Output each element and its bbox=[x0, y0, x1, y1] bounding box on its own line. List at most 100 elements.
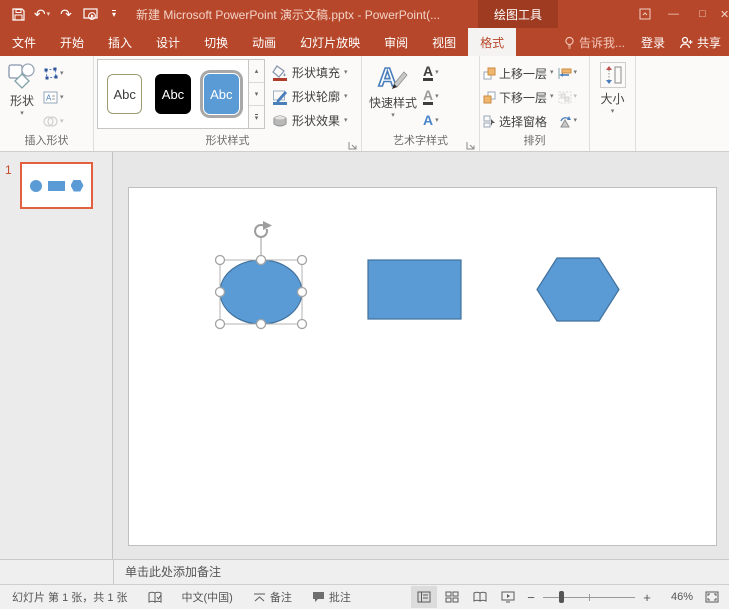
shape-style-option-3-selected[interactable]: Abc bbox=[204, 74, 239, 114]
send-backward-icon bbox=[483, 91, 496, 104]
handle-bottom-right[interactable] bbox=[298, 320, 307, 329]
gallery-more-icon: ▾ bbox=[255, 114, 259, 121]
shape-style-option-1[interactable]: Abc bbox=[107, 74, 142, 114]
undo-caret-icon[interactable]: ▾ bbox=[47, 10, 51, 18]
handle-top-center[interactable] bbox=[257, 256, 266, 265]
sign-in-button[interactable]: 登录 bbox=[633, 34, 673, 51]
reading-view-icon bbox=[473, 591, 487, 603]
bring-forward-button[interactable]: 上移一层 ▾ bbox=[483, 61, 554, 85]
group-objects-button[interactable]: ▾ bbox=[558, 85, 578, 109]
handle-top-left[interactable] bbox=[216, 256, 225, 265]
redo-button[interactable]: ↷ bbox=[56, 3, 76, 25]
zoom-slider[interactable] bbox=[543, 590, 635, 604]
handle-mid-right[interactable] bbox=[298, 288, 307, 297]
share-label: 共享 bbox=[697, 34, 721, 51]
tell-me-button[interactable]: 告诉我... bbox=[556, 34, 633, 51]
tab-insert[interactable]: 插入 bbox=[96, 28, 144, 56]
reading-view-button[interactable] bbox=[467, 586, 493, 608]
tab-slideshow[interactable]: 幻灯片放映 bbox=[288, 28, 372, 56]
zoom-out-button[interactable]: − bbox=[523, 590, 539, 605]
handle-mid-left[interactable] bbox=[216, 288, 225, 297]
start-slideshow-button[interactable] bbox=[80, 3, 100, 25]
tab-home[interactable]: 开始 bbox=[48, 28, 96, 56]
minimize-button[interactable]: — bbox=[659, 0, 688, 28]
ribbon-format: 形状 ▾ ▾ A ▾ ▾ bbox=[0, 56, 729, 152]
ribbon-display-options-button[interactable] bbox=[630, 0, 659, 28]
gallery-scroll-up-icon[interactable]: ▴ bbox=[249, 60, 264, 83]
slide-sorter-view-button[interactable] bbox=[439, 586, 465, 608]
shape-effects-button[interactable]: 形状效果 ▾ bbox=[271, 109, 348, 132]
comments-toggle-button[interactable]: 批注 bbox=[306, 585, 357, 609]
gallery-scroll-controls: ▴ ▾ ▾ bbox=[249, 59, 265, 129]
zoom-in-button[interactable]: + bbox=[639, 590, 655, 605]
edit-shape-button[interactable]: ▾ bbox=[41, 63, 66, 84]
tab-transitions[interactable]: 切换 bbox=[192, 28, 240, 56]
tab-view[interactable]: 视图 bbox=[420, 28, 468, 56]
contextual-tab-group-drawing-tools[interactable]: 绘图工具 bbox=[478, 0, 558, 28]
group-objects-icon bbox=[558, 91, 572, 104]
normal-view-button[interactable] bbox=[411, 586, 437, 608]
shape-style-option-2[interactable]: Abc bbox=[155, 74, 190, 114]
shape-styles-dialog-launcher[interactable] bbox=[348, 138, 358, 148]
notes-placeholder[interactable]: 单击此处添加备注 bbox=[125, 560, 221, 584]
ribbon-display-options-icon bbox=[639, 8, 651, 20]
zoom-level[interactable]: 46% bbox=[661, 591, 693, 603]
tell-me-label: 告诉我... bbox=[579, 34, 625, 51]
selection-pane-label: 选择窗格 bbox=[499, 113, 547, 130]
zoom-slider-thumb[interactable] bbox=[559, 591, 564, 603]
text-effects-button[interactable]: A ▾ bbox=[421, 109, 441, 132]
proofing-button[interactable] bbox=[142, 585, 168, 609]
tab-file[interactable]: 文件 bbox=[0, 28, 48, 56]
shapes-gallery-button[interactable]: 形状 ▾ bbox=[3, 59, 41, 120]
text-outline-button[interactable]: A ▾ bbox=[421, 85, 441, 108]
save-button[interactable] bbox=[8, 3, 28, 25]
fit-slide-button[interactable] bbox=[699, 586, 725, 608]
shape-outline-button[interactable]: 形状轮廓 ▾ bbox=[271, 85, 348, 108]
gallery-scroll-down-icon[interactable]: ▾ bbox=[249, 83, 264, 106]
person-add-icon bbox=[679, 36, 693, 49]
hexagon-shape[interactable] bbox=[537, 258, 619, 321]
handle-top-right[interactable] bbox=[298, 256, 307, 265]
language-button[interactable]: 中文(中国) bbox=[176, 585, 239, 609]
close-button[interactable]: ✕ bbox=[717, 0, 729, 28]
gallery-more-button[interactable]: ▾ bbox=[249, 106, 264, 128]
text-outline-icon: A bbox=[423, 89, 433, 105]
text-box-button[interactable]: A ▾ bbox=[41, 87, 66, 108]
slide-1-thumbnail[interactable] bbox=[20, 162, 93, 209]
share-button[interactable]: 共享 bbox=[673, 34, 729, 51]
wordart-styles-dialog-launcher[interactable] bbox=[466, 138, 476, 148]
size-button[interactable]: 大小 ▾ bbox=[596, 59, 630, 118]
tab-animations[interactable]: 动画 bbox=[240, 28, 288, 56]
merge-shapes-button[interactable]: ▾ bbox=[41, 111, 66, 132]
shape-outline-caret-icon: ▾ bbox=[344, 94, 348, 100]
text-fill-button[interactable]: A ▾ bbox=[421, 61, 441, 84]
tab-review[interactable]: 审阅 bbox=[372, 28, 420, 56]
lightbulb-icon bbox=[564, 36, 575, 49]
undo-button[interactable]: ↶ ▾ bbox=[32, 3, 52, 25]
customize-qat-button[interactable]: ▾ bbox=[104, 3, 124, 25]
dialog-launcher-icon bbox=[466, 141, 476, 151]
slide-canvas[interactable] bbox=[128, 187, 717, 546]
status-right-cluster: − + 46% bbox=[411, 586, 729, 608]
quick-styles-button[interactable]: A 快速样式 ▾ bbox=[365, 59, 421, 122]
save-icon bbox=[12, 8, 25, 21]
handle-bottom-center[interactable] bbox=[257, 320, 266, 329]
oval-shape-selected[interactable] bbox=[220, 260, 302, 324]
thumbnail-hexagon-shape bbox=[71, 180, 84, 192]
rotate-button[interactable]: ▾ bbox=[558, 109, 578, 133]
notes-toggle-button[interactable]: 备注 bbox=[247, 585, 298, 609]
tab-format[interactable]: 格式 bbox=[468, 28, 516, 56]
slide-thumbnail-panel[interactable]: 1 bbox=[0, 152, 113, 559]
rectangle-shape[interactable] bbox=[368, 260, 461, 319]
maximize-button[interactable]: □ bbox=[688, 0, 717, 28]
handle-bottom-left[interactable] bbox=[216, 320, 225, 329]
slideshow-view-button[interactable] bbox=[495, 586, 521, 608]
shape-fill-button[interactable]: 形状填充 ▾ bbox=[271, 61, 348, 84]
send-backward-button[interactable]: 下移一层 ▾ bbox=[483, 85, 554, 109]
align-button[interactable]: ▾ bbox=[558, 61, 578, 85]
tab-design[interactable]: 设计 bbox=[144, 28, 192, 56]
selection-pane-button[interactable]: 选择窗格 bbox=[483, 109, 554, 133]
status-bar: 幻灯片 第 1 张，共 1 张 中文(中国) 备注 批注 bbox=[0, 584, 729, 609]
shapes-label: 形状 bbox=[10, 92, 34, 109]
rotation-handle-icon[interactable] bbox=[255, 221, 272, 237]
